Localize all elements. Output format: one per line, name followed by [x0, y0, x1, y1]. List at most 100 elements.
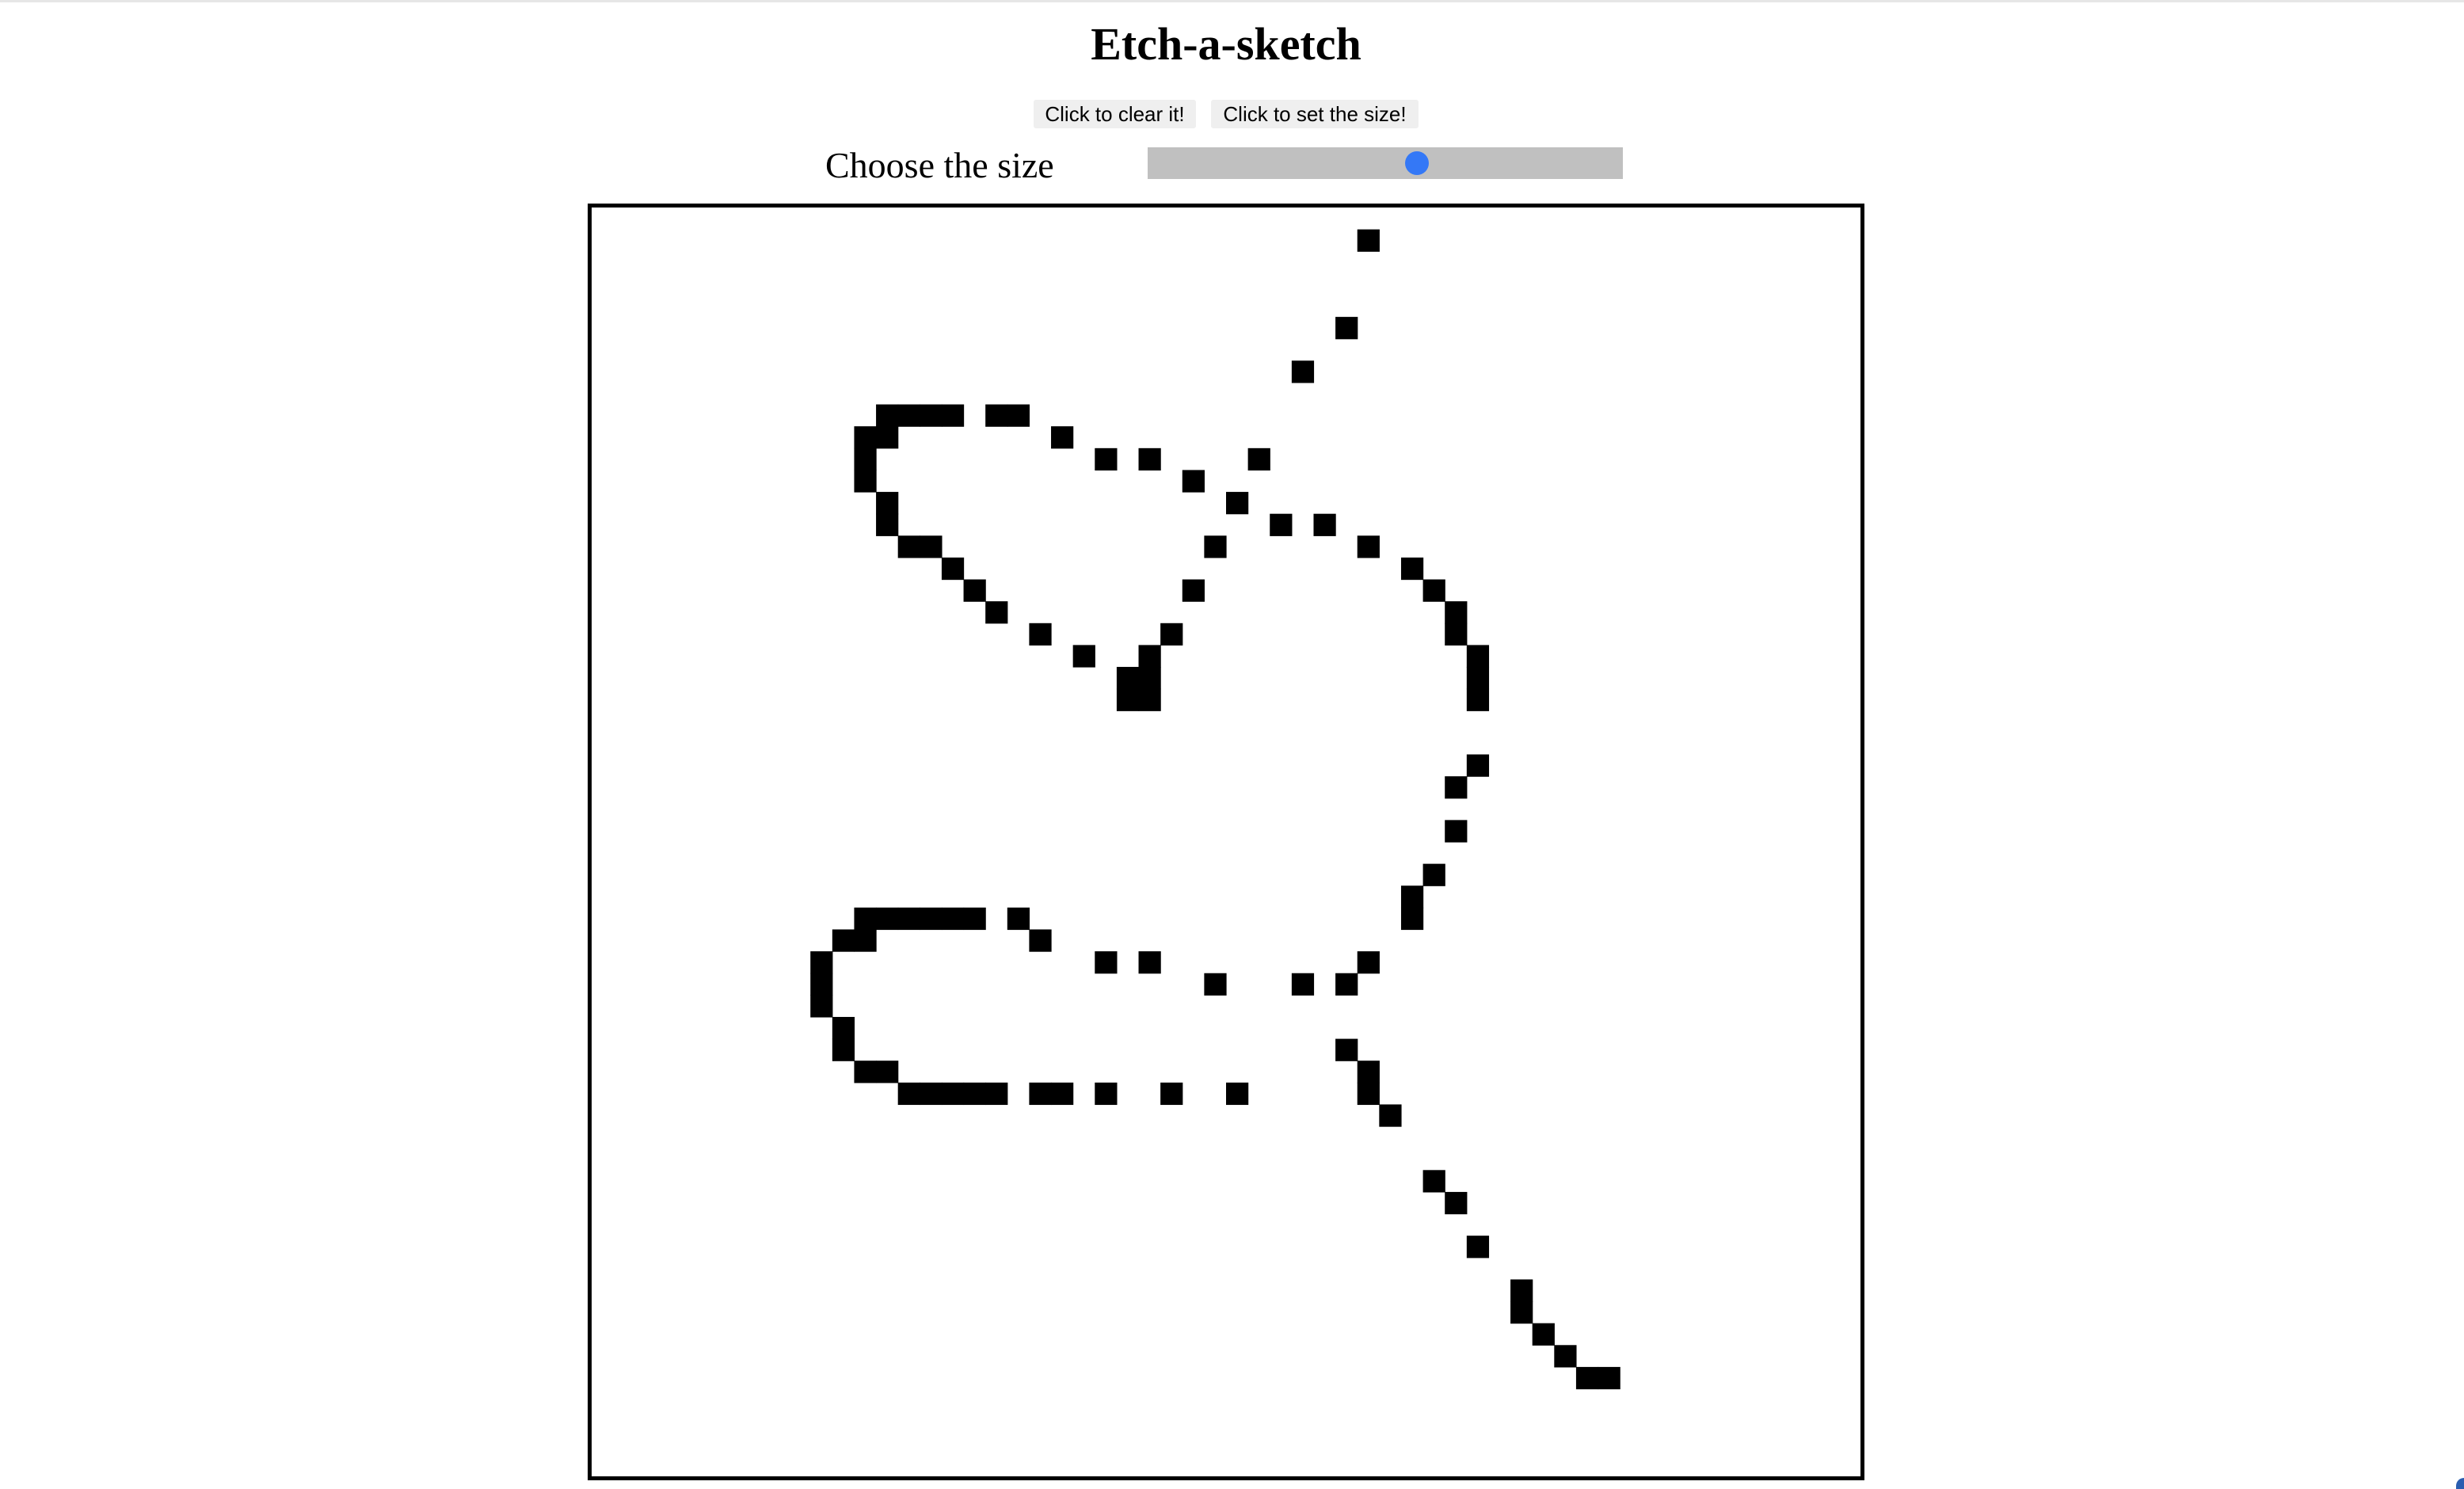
sketch-cell[interactable] [1335, 317, 1358, 340]
sketch-cell[interactable] [876, 513, 899, 536]
sketch-cell[interactable] [1466, 754, 1490, 777]
sketch-cell[interactable] [1204, 535, 1227, 558]
sketch-cell[interactable] [1313, 513, 1336, 536]
sketch-cell[interactable] [1510, 1301, 1533, 1324]
sketch-cell[interactable] [854, 1061, 877, 1083]
sketch-cell[interactable] [876, 404, 899, 427]
sketch-cell[interactable] [897, 535, 920, 558]
size-slider-thumb[interactable] [1404, 151, 1429, 175]
sketch-cell[interactable] [1007, 404, 1030, 427]
sketch-cell[interactable] [1379, 1104, 1402, 1127]
sketch-cell[interactable] [1466, 1236, 1490, 1259]
sketch-cell[interactable] [876, 492, 899, 515]
sketch-cell[interactable] [1138, 645, 1161, 668]
sketch-cell[interactable] [1554, 1345, 1577, 1368]
sketch-cell[interactable] [1116, 667, 1140, 690]
sketch-cell[interactable] [1466, 645, 1490, 668]
sketch-cell[interactable] [920, 1082, 943, 1106]
sketch-cell[interactable] [1138, 951, 1161, 974]
sketch-cell[interactable] [1007, 907, 1030, 931]
sketch-cell[interactable] [1510, 1279, 1533, 1302]
sketch-cell[interactable] [1466, 667, 1490, 690]
sketch-cell[interactable] [941, 1082, 965, 1106]
sketch-cell[interactable] [1095, 1082, 1118, 1106]
sketch-cell[interactable] [1445, 623, 1468, 646]
sketch-cell[interactable] [1400, 885, 1424, 908]
sketch-cell[interactable] [1247, 447, 1270, 471]
sketch-cell[interactable] [810, 973, 833, 996]
sketch-cell[interactable] [1029, 929, 1052, 952]
sketch-cell[interactable] [920, 907, 943, 931]
sketch-cell[interactable] [876, 426, 899, 449]
size-slider[interactable] [1148, 147, 1623, 179]
sketch-cell[interactable] [854, 447, 877, 471]
sketch-cell[interactable] [1072, 645, 1095, 668]
sketch-cell[interactable] [1357, 951, 1380, 974]
sketch-cell[interactable] [1160, 1082, 1183, 1106]
sketch-cell[interactable] [1532, 1323, 1555, 1346]
sketch-cell[interactable] [985, 601, 1008, 624]
sketch-cell[interactable] [1357, 1061, 1380, 1083]
sketch-cell[interactable] [1138, 667, 1161, 690]
sketch-cell[interactable] [941, 404, 965, 427]
sketch-cell[interactable] [1357, 1082, 1380, 1106]
sketch-cell[interactable] [854, 426, 877, 449]
sketch-cell[interactable] [1116, 688, 1140, 711]
sketch-cell[interactable] [1357, 229, 1380, 252]
sketch-cell[interactable] [1400, 557, 1424, 581]
sketch-cell[interactable] [920, 535, 943, 558]
sketch-cell[interactable] [897, 404, 920, 427]
sketch-cell[interactable] [1400, 907, 1424, 931]
sketch-cell[interactable] [1095, 447, 1118, 471]
sketch-cell[interactable] [1335, 973, 1358, 996]
sketch-cell[interactable] [1204, 973, 1227, 996]
sketch-cell[interactable] [963, 579, 986, 602]
sketch-cell[interactable] [832, 1038, 855, 1061]
sketch-cell[interactable] [1466, 688, 1490, 711]
sketch-cell[interactable] [941, 907, 965, 931]
sketch-cell[interactable] [1095, 951, 1118, 974]
sketch-cell[interactable] [1445, 776, 1468, 799]
sketch-cell[interactable] [1160, 623, 1183, 646]
sketch-cell[interactable] [1182, 470, 1205, 493]
sketch-cell[interactable] [810, 995, 833, 1018]
sketch-cell[interactable] [897, 907, 920, 931]
set-size-button[interactable]: Click to set the size! [1211, 100, 1419, 128]
sketch-cell[interactable] [963, 907, 986, 931]
sketch-cell[interactable] [1029, 1082, 1052, 1106]
sketch-cell[interactable] [1445, 820, 1468, 843]
sketch-cell[interactable] [876, 907, 899, 931]
sketch-cell[interactable] [1335, 1038, 1358, 1061]
sketch-cell[interactable] [1422, 863, 1445, 886]
sketch-cell[interactable] [1138, 688, 1161, 711]
sketch-cell[interactable] [1270, 513, 1293, 536]
sketch-cell[interactable] [854, 470, 877, 493]
sketch-cell[interactable] [1226, 492, 1249, 515]
sketch-cell[interactable] [1422, 579, 1445, 602]
sketch-board[interactable] [588, 204, 1864, 1480]
sketch-cell[interactable] [1357, 535, 1380, 558]
sketch-cell[interactable] [832, 929, 855, 952]
sketch-cell[interactable] [1182, 579, 1205, 602]
sketch-cell[interactable] [1226, 1082, 1249, 1106]
sketch-cell[interactable] [1445, 601, 1468, 624]
sketch-cell[interactable] [1138, 447, 1161, 471]
sketch-cell[interactable] [832, 1016, 855, 1040]
sketch-cell[interactable] [1445, 1191, 1468, 1215]
sketch-cell[interactable] [985, 404, 1008, 427]
clear-button[interactable]: Click to clear it! [1034, 100, 1196, 128]
sketch-cell[interactable] [897, 1082, 920, 1106]
sketch-cell[interactable] [1051, 426, 1074, 449]
sketch-cell[interactable] [985, 1082, 1008, 1106]
sketch-cell[interactable] [941, 557, 965, 581]
sketch-cell[interactable] [876, 1061, 899, 1083]
sketch-cell[interactable] [1598, 1366, 1620, 1390]
sketch-cell[interactable] [1029, 623, 1052, 646]
sketch-cell[interactable] [1051, 1082, 1074, 1106]
sketch-cell[interactable] [963, 1082, 986, 1106]
sketch-cell[interactable] [854, 907, 877, 931]
sketch-cell[interactable] [810, 951, 833, 974]
sketch-canvas[interactable] [592, 208, 1860, 1476]
sketch-cell[interactable] [920, 404, 943, 427]
sketch-cell[interactable] [1291, 973, 1315, 996]
